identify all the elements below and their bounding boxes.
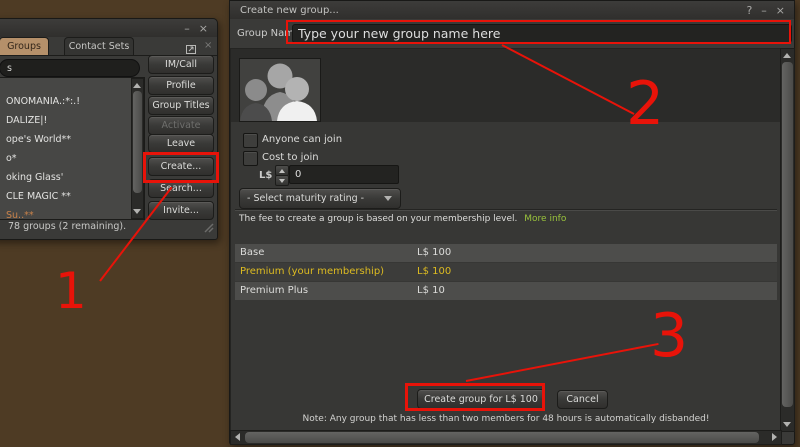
create-group-dialog: Create new group... ? – × Group Name: xyxy=(229,0,795,445)
group-filter-input[interactable]: s xyxy=(0,59,140,77)
minimize-icon[interactable]: – xyxy=(761,5,767,16)
dialog-content: Anyone can join Cost to join L$ - Select… xyxy=(230,48,782,432)
activate-button: Activate xyxy=(148,116,214,135)
profile-label: Profile xyxy=(166,80,196,91)
scroll-down-icon[interactable] xyxy=(783,422,791,427)
scroll-left-icon[interactable] xyxy=(235,433,240,441)
help-icon[interactable]: ? xyxy=(746,5,752,16)
dialog-title: Create new group... xyxy=(230,5,339,16)
fee-tier: Base xyxy=(240,244,264,262)
scroll-right-icon[interactable] xyxy=(772,433,777,441)
chevron-down-icon xyxy=(384,196,392,201)
fee-tier: Premium (your membership) xyxy=(240,263,384,281)
fee-table-row-selected[interactable]: Premium (your membership) L$ 100 xyxy=(235,263,777,281)
groups-tab-bar: Groups Contact Sets × xyxy=(0,37,217,56)
dialog-titlebar[interactable]: Create new group... ? – × xyxy=(230,1,794,19)
anyone-can-join-label: Anyone can join xyxy=(262,134,342,145)
group-name-input[interactable] xyxy=(292,24,792,43)
maturity-rating-value: - Select maturity rating - xyxy=(247,193,364,204)
spinner-down-icon[interactable] xyxy=(275,175,289,186)
group-titles-label: Group Titles xyxy=(152,100,209,111)
more-info-link[interactable]: More info xyxy=(524,214,566,224)
group-filter-value: s xyxy=(7,63,12,74)
fee-amount: L$ 100 xyxy=(417,263,451,281)
fee-amount: L$ 10 xyxy=(417,282,445,300)
create-group-button[interactable]: Create group for L$ 100 xyxy=(417,389,545,409)
im-call-label: IM/Call xyxy=(165,59,197,70)
cost-input[interactable] xyxy=(289,165,399,184)
search-button[interactable]: Search... xyxy=(148,179,214,198)
annotation-step-1: 1 xyxy=(55,266,87,316)
maturity-rating-dropdown[interactable]: - Select maturity rating - xyxy=(239,188,401,209)
dialog-horizontal-scrollbar[interactable] xyxy=(230,430,782,445)
fee-tier: Premium Plus xyxy=(240,282,308,300)
fee-amount: L$ 100 xyxy=(417,244,451,262)
group-list-item[interactable]: ope's World** xyxy=(0,130,144,149)
cost-to-join-checkbox[interactable] xyxy=(243,151,258,166)
fee-info-text: The fee to create a group is based on yo… xyxy=(239,214,566,224)
group-list-scrollbar[interactable] xyxy=(131,78,144,219)
fee-table-row[interactable]: Base L$ 100 xyxy=(235,244,777,262)
leave-button[interactable]: Leave xyxy=(148,134,214,153)
resize-grip-icon[interactable] xyxy=(203,218,214,237)
group-list-item[interactable]: o* xyxy=(0,149,144,168)
invite-label: Invite... xyxy=(163,205,199,216)
cost-to-join-label: Cost to join xyxy=(262,152,319,163)
groups-window-titlebar[interactable]: – × xyxy=(0,19,217,37)
tab-groups[interactable]: Groups xyxy=(0,37,49,55)
dialog-vertical-scrollbar[interactable] xyxy=(780,48,795,432)
tab-groups-label: Groups xyxy=(7,41,41,52)
scrollbar-thumb[interactable] xyxy=(782,62,793,407)
desktop: – × Groups Contact Sets × s ONOMANIA. xyxy=(0,0,800,447)
close-icon[interactable]: × xyxy=(199,23,208,34)
group-list[interactable]: ONOMANIA.:*:.! DALIZE|! ope's World** o*… xyxy=(0,77,145,220)
scrollbar-thumb[interactable] xyxy=(245,432,759,443)
search-label: Search... xyxy=(160,183,202,194)
group-image-picker[interactable] xyxy=(239,58,321,122)
create-button[interactable]: Create... xyxy=(148,157,214,176)
tab-close-icon[interactable]: × xyxy=(204,40,212,51)
anyone-can-join-checkbox[interactable] xyxy=(243,133,258,148)
group-titles-button[interactable]: Group Titles xyxy=(148,96,214,115)
cancel-button[interactable]: Cancel xyxy=(557,390,608,409)
group-list-item[interactable]: oking Glass' xyxy=(0,168,144,187)
close-icon[interactable]: × xyxy=(776,5,785,16)
groups-window: – × Groups Contact Sets × s ONOMANIA. xyxy=(0,18,218,240)
leave-label: Leave xyxy=(167,138,195,149)
group-list-item[interactable]: CLE MAGIC ** xyxy=(0,187,144,206)
note-text: Note: Any group that has less than two m… xyxy=(231,414,781,424)
fee-table-row[interactable]: Premium Plus L$ 10 xyxy=(235,282,777,300)
cost-spinner xyxy=(275,165,287,184)
scrollbar-thumb[interactable] xyxy=(133,91,142,193)
tab-contact-sets-label: Contact Sets xyxy=(69,41,130,52)
scroll-down-icon[interactable] xyxy=(133,209,141,214)
group-list-item[interactable]: Su..** xyxy=(0,206,144,220)
create-group-label: Create group for L$ 100 xyxy=(424,394,538,405)
group-people-icon xyxy=(240,59,320,121)
group-list-item[interactable]: DALIZE|! xyxy=(0,111,144,130)
tab-contact-sets[interactable]: Contact Sets xyxy=(64,37,134,55)
minimize-icon[interactable]: – xyxy=(184,23,190,34)
scroll-up-icon[interactable] xyxy=(133,83,141,88)
activate-label: Activate xyxy=(162,120,201,131)
group-list-item[interactable]: ONOMANIA.:*:.! xyxy=(0,92,144,111)
groups-status-text: 78 groups (2 remaining). xyxy=(8,221,126,232)
scroll-up-icon[interactable] xyxy=(783,53,791,58)
fee-text: The fee to create a group is based on yo… xyxy=(239,214,517,224)
divider xyxy=(235,209,777,211)
create-label: Create... xyxy=(161,161,202,172)
currency-label: L$ xyxy=(259,170,272,181)
cancel-label: Cancel xyxy=(566,394,598,405)
im-call-button[interactable]: IM/Call xyxy=(148,55,214,74)
profile-button[interactable]: Profile xyxy=(148,76,214,95)
